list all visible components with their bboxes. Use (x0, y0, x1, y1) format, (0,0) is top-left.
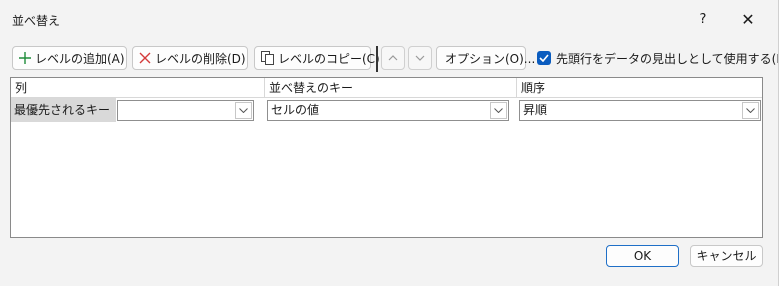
add-level-label: レベルの追加(A) (35, 51, 125, 66)
move-up-button[interactable] (381, 46, 405, 70)
column-select[interactable] (117, 100, 254, 121)
chevron-down-icon[interactable] (742, 102, 759, 119)
toolbar-separator (376, 46, 378, 72)
chevron-up-icon (388, 55, 398, 61)
column-header: 列 (11, 78, 265, 98)
header-checkbox-label[interactable]: 先頭行をデータの見出しとして使用する(H) (556, 50, 779, 67)
sort-level-label: 最優先されるキー (11, 98, 116, 122)
copy-level-label: レベルのコピー(C) (278, 51, 380, 66)
add-level-button[interactable]: レベルの追加(A) (12, 46, 127, 70)
copy-level-button[interactable]: レベルのコピー(C) (254, 46, 380, 70)
sort-on-header: 並べ替えのキー (265, 78, 517, 98)
order-select[interactable]: 昇順 (519, 100, 761, 121)
cancel-button[interactable]: キャンセル (690, 245, 763, 267)
plus-icon (19, 52, 31, 64)
move-down-button[interactable] (408, 46, 432, 70)
copy-icon (261, 51, 274, 65)
dialog-title: 並べ替え (12, 14, 61, 28)
close-button[interactable]: ✕ (738, 10, 758, 30)
options-button[interactable]: オプション(O)... (436, 46, 535, 70)
sort-levels-grid: 列 並べ替えのキー 順序 最優先されるキー セルの値 昇順 (10, 77, 763, 238)
help-button[interactable]: ? (693, 10, 713, 30)
ok-button[interactable]: OK (606, 245, 679, 267)
sort-on-select-value: セルの値 (271, 103, 320, 117)
chevron-down-icon[interactable] (235, 102, 252, 119)
delete-x-icon (139, 52, 151, 64)
order-header: 順序 (517, 78, 762, 98)
header-checkbox[interactable] (537, 51, 551, 65)
chevron-down-icon[interactable] (490, 102, 507, 119)
delete-level-label: レベルの削除(D) (155, 51, 246, 66)
options-label: オプション(O)... (445, 51, 536, 66)
delete-level-button[interactable]: レベルの削除(D) (132, 46, 248, 70)
sort-on-select[interactable]: セルの値 (267, 100, 509, 121)
title-bar: 並べ替え ? ✕ (0, 0, 779, 40)
chevron-down-icon (415, 55, 425, 61)
order-select-value: 昇順 (523, 103, 548, 117)
checkmark-icon (539, 54, 549, 62)
